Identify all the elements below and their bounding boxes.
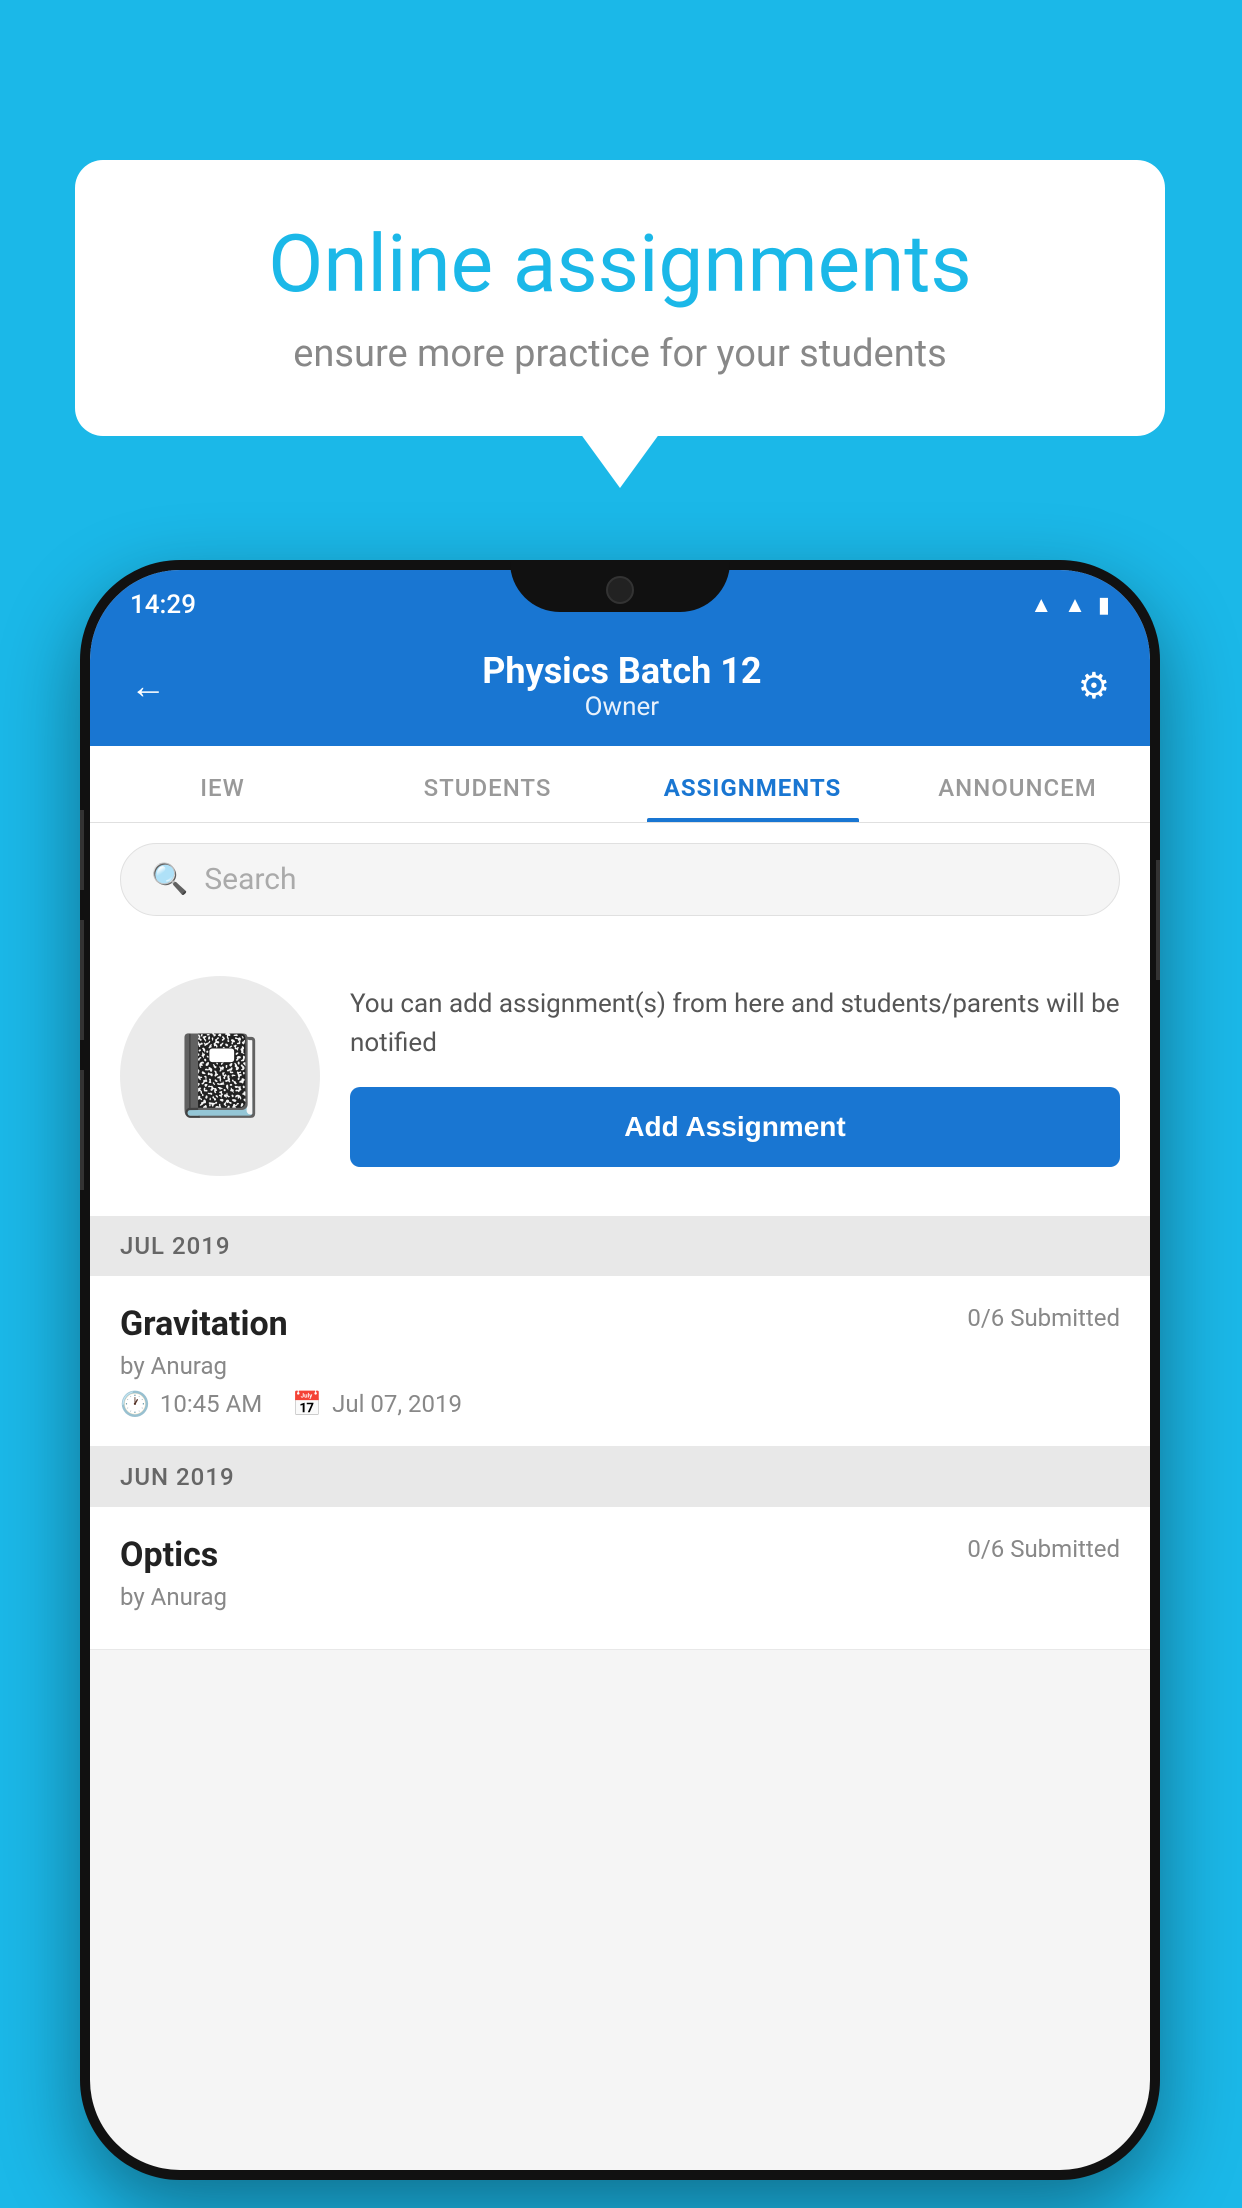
search-placeholder: Search bbox=[204, 862, 296, 897]
volume-up-button bbox=[80, 920, 84, 1040]
speech-bubble: Online assignments ensure more practice … bbox=[75, 160, 1165, 436]
tab-assignments[interactable]: ASSIGNMENTS bbox=[620, 746, 885, 822]
battery-icon: ▮ bbox=[1098, 593, 1110, 618]
phone-wrapper: 14:29 ▲ ▲ ▮ ← Physics Batch 12 Owner ⚙ bbox=[80, 560, 1160, 2180]
bubble-subtitle: ensure more practice for your students bbox=[155, 332, 1085, 376]
calendar-icon: 📅 bbox=[292, 1390, 322, 1418]
tabs-bar: IEW STUDENTS ASSIGNMENTS ANNOUNCEM bbox=[90, 746, 1150, 823]
assignment-optics[interactable]: Optics 0/6 Submitted by Anurag bbox=[90, 1507, 1150, 1650]
back-button[interactable]: ← bbox=[130, 665, 166, 707]
section-jul-2019: JUL 2019 bbox=[90, 1216, 1150, 1276]
assignment-by: by Anurag bbox=[120, 1352, 1120, 1380]
assignment-row-top: Gravitation 0/6 Submitted bbox=[120, 1304, 1120, 1344]
tab-students[interactable]: STUDENTS bbox=[355, 746, 620, 822]
tab-announcements[interactable]: ANNOUNCEM bbox=[885, 746, 1150, 822]
speech-bubble-container: Online assignments ensure more practice … bbox=[75, 160, 1165, 436]
assignment-optics-row-top: Optics 0/6 Submitted bbox=[120, 1535, 1120, 1575]
phone-camera bbox=[606, 576, 634, 604]
search-bar[interactable]: 🔍 Search bbox=[120, 843, 1120, 916]
header-center: Physics Batch 12 Owner bbox=[482, 650, 761, 722]
wifi-icon: ▲ bbox=[1030, 592, 1052, 618]
section-jun-2019: JUN 2019 bbox=[90, 1447, 1150, 1507]
promo-area: 📓 You can add assignment(s) from here an… bbox=[90, 936, 1150, 1216]
signal-icon: ▲ bbox=[1064, 592, 1086, 618]
promo-content: You can add assignment(s) from here and … bbox=[350, 985, 1120, 1167]
add-assignment-button[interactable]: Add Assignment bbox=[350, 1087, 1120, 1167]
search-icon: 🔍 bbox=[151, 862, 188, 897]
assignment-optics-submitted: 0/6 Submitted bbox=[967, 1535, 1120, 1563]
assignment-submitted: 0/6 Submitted bbox=[967, 1304, 1120, 1332]
notebook-icon: 📓 bbox=[170, 1029, 270, 1123]
assignment-gravitation[interactable]: Gravitation 0/6 Submitted by Anurag 🕐 10… bbox=[90, 1276, 1150, 1447]
promo-description: You can add assignment(s) from here and … bbox=[350, 985, 1120, 1063]
volume-down-button bbox=[80, 1070, 84, 1190]
clock-icon: 🕐 bbox=[120, 1390, 150, 1418]
header-subtitle: Owner bbox=[482, 692, 761, 722]
phone-notch bbox=[510, 560, 730, 612]
app-header: ← Physics Batch 12 Owner ⚙ bbox=[90, 630, 1150, 746]
power-button bbox=[1156, 860, 1160, 980]
header-title: Physics Batch 12 bbox=[482, 650, 761, 692]
volume-mute-button bbox=[80, 810, 84, 890]
assignment-meta: 🕐 10:45 AM 📅 Jul 07, 2019 bbox=[120, 1390, 1120, 1418]
settings-button[interactable]: ⚙ bbox=[1078, 665, 1110, 707]
status-time: 14:29 bbox=[130, 590, 196, 620]
phone-frame: 14:29 ▲ ▲ ▮ ← Physics Batch 12 Owner ⚙ bbox=[80, 560, 1160, 2180]
assignment-date: 📅 Jul 07, 2019 bbox=[292, 1390, 462, 1418]
promo-icon-circle: 📓 bbox=[120, 976, 320, 1176]
bubble-title: Online assignments bbox=[155, 220, 1085, 308]
assignment-optics-by: by Anurag bbox=[120, 1583, 1120, 1611]
phone-screen: 14:29 ▲ ▲ ▮ ← Physics Batch 12 Owner ⚙ bbox=[90, 570, 1150, 2170]
status-icons: ▲ ▲ ▮ bbox=[1030, 592, 1110, 618]
assignment-time: 🕐 10:45 AM bbox=[120, 1390, 262, 1418]
search-bar-container: 🔍 Search bbox=[90, 823, 1150, 936]
assignment-name: Gravitation bbox=[120, 1304, 288, 1344]
tab-iew[interactable]: IEW bbox=[90, 746, 355, 822]
assignment-optics-name: Optics bbox=[120, 1535, 218, 1575]
